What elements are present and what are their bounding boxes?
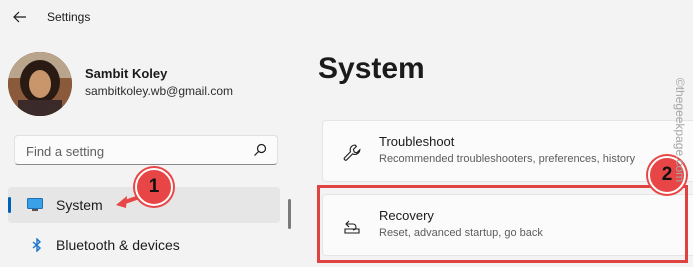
search-input[interactable] — [24, 141, 248, 161]
monitor-icon — [27, 198, 43, 211]
sidebar-item-bluetooth-devices[interactable]: Bluetooth & devices — [8, 227, 280, 263]
step-marker-number: 2 — [661, 164, 673, 185]
search-box[interactable] — [14, 135, 278, 165]
user-email: sambitkoley.wb@gmail.com — [85, 84, 234, 98]
sidebar-item-label: Bluetooth & devices — [56, 237, 180, 253]
step-marker-1: 1 — [135, 168, 173, 206]
search-icon[interactable] — [253, 143, 267, 157]
app-title: Settings — [47, 10, 91, 24]
selection-indicator — [8, 197, 11, 213]
user-name: Sambit Koley — [85, 66, 168, 81]
bluetooth-icon — [32, 238, 42, 252]
watermark: ©thegeekpage.com — [672, 30, 688, 230]
sidebar-item-label: System — [56, 197, 103, 213]
troubleshoot-card[interactable]: Troubleshoot Recommended troubleshooters… — [322, 120, 693, 182]
back-button[interactable] — [8, 6, 32, 28]
recovery-highlight-box — [317, 185, 688, 263]
title-bar: Settings — [0, 0, 693, 34]
avatar-photo-icon — [8, 52, 72, 116]
watermark-text: ©thegeekpage.com — [673, 77, 687, 183]
back-arrow-icon — [13, 11, 26, 23]
card-title: Troubleshoot — [379, 134, 455, 149]
avatar[interactable] — [8, 52, 72, 116]
card-description: Recommended troubleshooters, preferences… — [379, 153, 636, 165]
scrollbar[interactable] — [288, 199, 291, 229]
step-marker-number: 1 — [148, 176, 160, 197]
page-title: System — [318, 52, 425, 85]
wrench-icon — [343, 144, 361, 161]
